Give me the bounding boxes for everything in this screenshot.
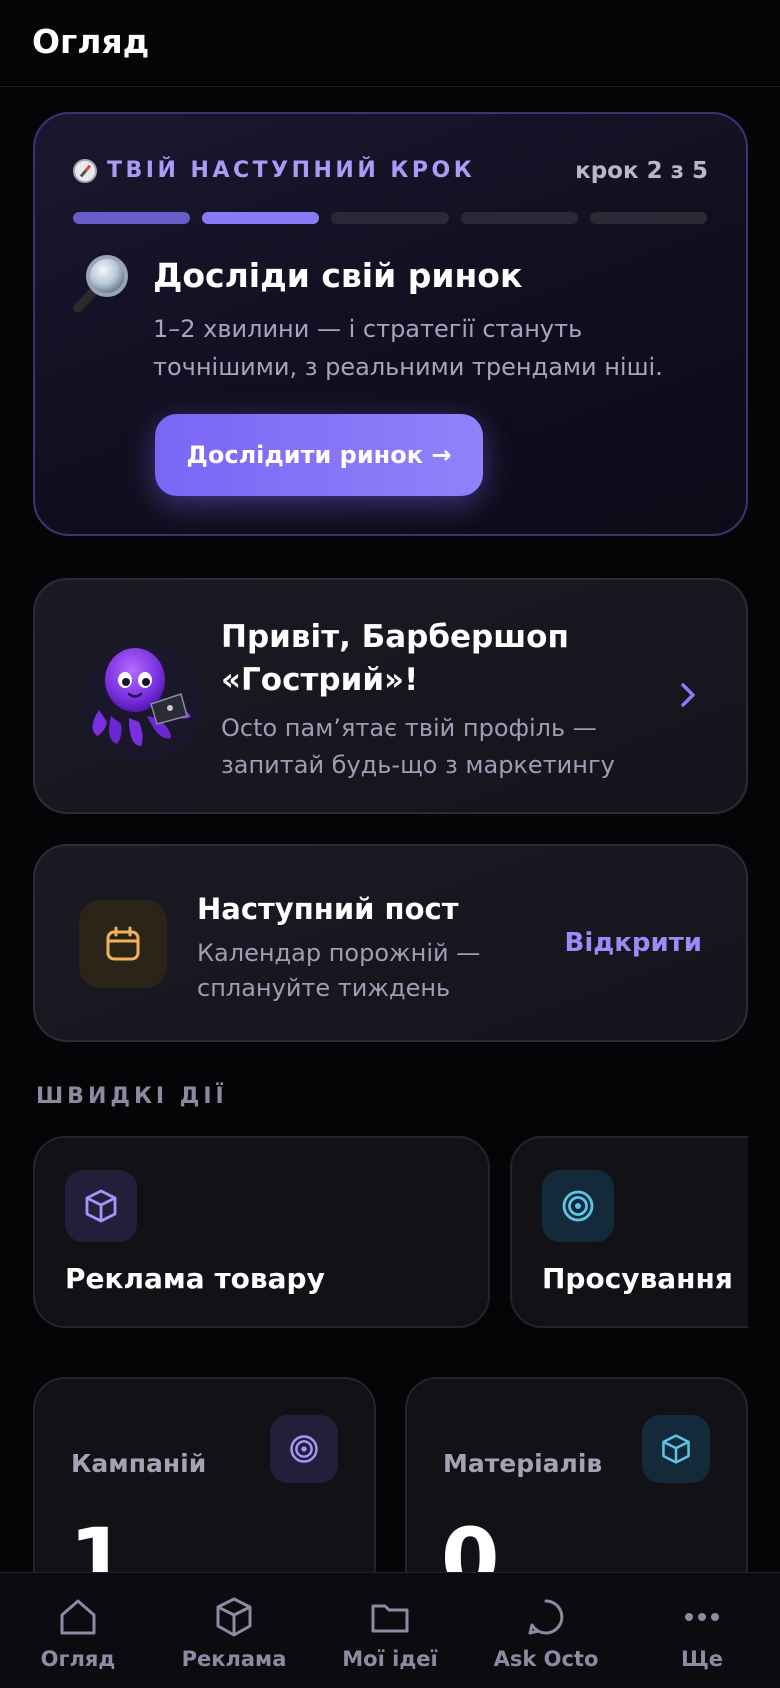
stat-label: Матеріалів — [443, 1449, 603, 1478]
progress-segment-2 — [202, 212, 320, 224]
quick-action-label: Реклама товару — [65, 1262, 325, 1295]
next-post-title: Наступний пост — [197, 892, 459, 926]
bottom-navigation: Огляд Реклама Мої ідеї Ask Octo Ще — [0, 1572, 780, 1688]
magnifier-icon — [73, 255, 128, 313]
progress-segment-1 — [73, 212, 191, 224]
chevron-right-icon — [681, 683, 695, 707]
next-step-kicker: ТВІЙ НАСТУПНИЙ КРОК — [107, 158, 476, 183]
app-screen: Огляд ТВІЙ НАСТУПНИЙ КРОК крок 2 з 5 Дос… — [0, 0, 780, 1688]
cube-icon-tile — [65, 1170, 137, 1242]
next-post-card: Наступний пост Календар порожній — сплан… — [33, 844, 748, 1042]
open-calendar-link[interactable]: Відкрити — [565, 928, 703, 958]
stat-label: Кампаній — [71, 1449, 207, 1478]
nav-label: Мої ідеї — [342, 1647, 438, 1671]
nav-ads[interactable]: Реклама — [156, 1573, 312, 1688]
nav-label: Ще — [680, 1647, 724, 1671]
next-step-title: Досліди свій ринок — [153, 256, 523, 295]
home-icon — [60, 1599, 96, 1635]
nav-overview[interactable]: Огляд — [0, 1573, 156, 1688]
top-header: Огляд — [0, 0, 780, 87]
calendar-icon-tile — [79, 900, 167, 988]
target-icon — [562, 1190, 594, 1222]
page-title: Огляд — [32, 22, 150, 61]
calendar-icon — [106, 926, 140, 961]
step-progress-bar — [73, 212, 708, 224]
nav-ask-octo[interactable]: Ask Octo — [468, 1573, 624, 1688]
folder-icon — [371, 1604, 409, 1633]
step-counter: крок 2 з 5 — [575, 158, 708, 184]
octo-greeting-card[interactable]: Привіт, Барбершоп «Гострий»! Octo пам’ят… — [33, 578, 748, 814]
target-icon-tile — [542, 1170, 614, 1242]
nav-label: Ask Octo — [493, 1647, 599, 1671]
quick-action-promotion[interactable]: Просування — [510, 1136, 748, 1328]
quick-actions-heading: ШВИДКІ ДІЇ — [36, 1084, 228, 1109]
greeting-title: Привіт, Барбершоп «Гострий»! — [221, 619, 569, 698]
chat-icon — [528, 1599, 564, 1635]
next-step-heading: ТВІЙ НАСТУПНИЙ КРОК — [73, 158, 475, 183]
cube-icon — [662, 1434, 690, 1464]
next-step-description: 1–2 хвилини — і стратегії стануть точніш… — [153, 315, 663, 381]
next-post-subtitle: Календар порожній — сплануйте тиждень — [197, 939, 481, 1002]
target-icon — [290, 1435, 318, 1463]
cube-icon — [216, 1597, 252, 1637]
cube-icon — [85, 1189, 117, 1223]
quick-action-product-ad[interactable]: Реклама товару — [33, 1136, 490, 1328]
nav-my-ideas[interactable]: Мої ідеї — [312, 1573, 468, 1688]
octopus-mascot-icon — [82, 642, 202, 762]
nav-label: Огляд — [40, 1647, 116, 1671]
greeting-subtitle: Octo пам’ятає твій профіль — запитай буд… — [221, 714, 615, 779]
progress-segment-3 — [331, 212, 449, 224]
quick-action-label: Просування — [542, 1262, 733, 1295]
nav-label: Реклама — [181, 1647, 287, 1671]
more-icon — [685, 1613, 719, 1621]
nav-more[interactable]: Ще — [624, 1573, 780, 1688]
explore-market-button[interactable]: Дослідити ринок → — [155, 414, 483, 496]
progress-segment-5 — [589, 212, 708, 224]
compass-icon — [73, 158, 97, 183]
quick-actions-carousel[interactable]: Реклама товару Просування — [33, 1136, 748, 1330]
progress-segment-4 — [460, 212, 578, 224]
next-step-card: ТВІЙ НАСТУПНИЙ КРОК крок 2 з 5 Досліди с… — [33, 112, 748, 536]
target-icon-tile — [270, 1415, 338, 1483]
cube-icon-tile — [642, 1415, 710, 1483]
